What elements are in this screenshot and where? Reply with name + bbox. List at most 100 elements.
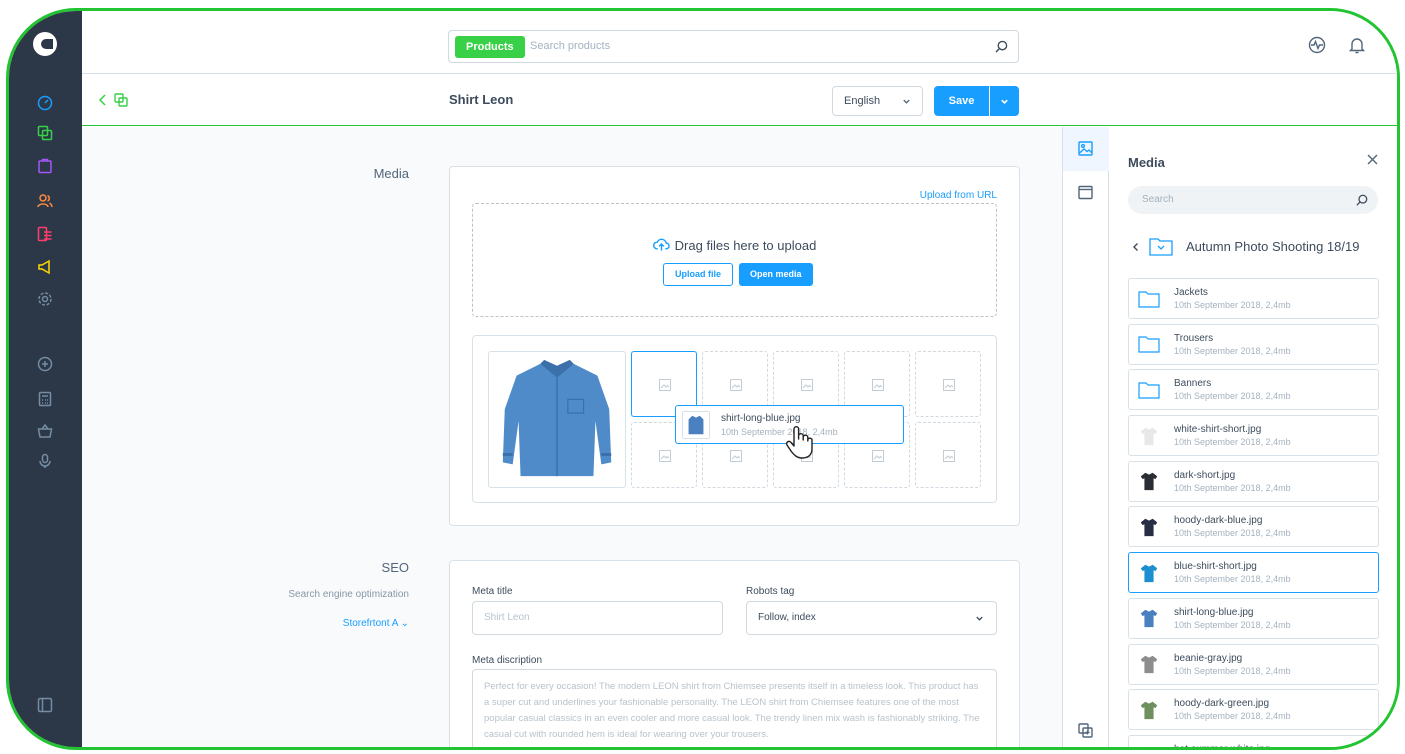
window-icon xyxy=(1078,185,1093,200)
media-file-item[interactable]: hoody-dark-blue.jpg 10th September 2018, … xyxy=(1128,506,1379,548)
dropzone-text: Drag files here to upload xyxy=(473,238,996,253)
notification-bell-icon[interactable] xyxy=(1348,36,1366,54)
search-icon[interactable] xyxy=(995,40,1008,53)
dragged-media-item[interactable]: shirt-long-blue.jpg 10th September 2018,… xyxy=(675,405,904,459)
upload-dropzone[interactable]: Drag files here to upload Upload file Op… xyxy=(472,203,997,317)
media-search-placeholder: Search xyxy=(1142,194,1174,205)
collapse-sidebar-icon[interactable] xyxy=(36,696,54,714)
shirt-thumbnail-icon xyxy=(688,415,704,435)
search-input[interactable]: Search products xyxy=(530,31,610,62)
media-file-item[interactable]: white-shirt-short.jpg 10th September 2018… xyxy=(1128,415,1379,457)
hand-cursor-icon xyxy=(785,426,813,459)
content-icon[interactable] xyxy=(36,225,54,243)
media-item-meta: 10th September 2018, 2,4mb xyxy=(1174,619,1291,630)
seo-section-sublabel: Search engine optimization xyxy=(288,589,409,600)
image-icon xyxy=(1078,141,1093,156)
media-folder-item[interactable]: Trousers 10th September 2018, 2,4mb xyxy=(1128,323,1379,365)
close-icon[interactable] xyxy=(1367,154,1378,165)
meta-description-label: Meta discription xyxy=(472,655,543,666)
file-thumbnail xyxy=(1135,742,1162,747)
media-list: Jackets 10th September 2018, 2,4mb Trouser… xyxy=(1128,278,1379,747)
media-item-meta: 10th September 2018, 2,4mb xyxy=(1174,574,1291,585)
dragged-item-meta: 10th September 2018, 2,4mb xyxy=(721,427,838,437)
image-slot[interactable] xyxy=(915,351,981,417)
media-item-meta: 10th September 2018, 2,4mb xyxy=(1174,437,1291,448)
content-area: Media Upload from URL Drag files here to… xyxy=(82,127,1062,747)
customers-icon[interactable] xyxy=(36,192,54,210)
activity-icon[interactable] xyxy=(1308,36,1326,54)
settings-icon[interactable] xyxy=(36,290,54,308)
file-thumbnail xyxy=(1135,422,1162,449)
save-options-button[interactable] xyxy=(990,86,1019,116)
robots-tag-label: Robots tag xyxy=(746,586,795,597)
chevron-down-icon xyxy=(1001,99,1008,104)
page-title: Shirt Leon xyxy=(449,92,514,107)
global-search[interactable]: Products Search products xyxy=(448,30,1019,63)
media-section-label: Media xyxy=(373,166,409,181)
media-search-input[interactable]: Search xyxy=(1128,186,1378,214)
layout-tab[interactable] xyxy=(1063,171,1109,215)
media-item-name: blue-shirt-short.jpg xyxy=(1174,561,1257,573)
chevron-down-icon xyxy=(903,99,910,104)
dashboard-icon[interactable] xyxy=(36,94,54,112)
add-plugin-icon[interactable] xyxy=(36,355,54,373)
media-item-name: hoody-dark-blue.jpg xyxy=(1174,515,1263,527)
dropzone-label: Drag files here to upload xyxy=(674,238,817,253)
language-select[interactable]: English xyxy=(832,86,923,116)
media-item-meta: 10th September 2018, 2,4mb xyxy=(1174,711,1291,722)
open-media-button[interactable]: Open media xyxy=(739,263,813,286)
meta-title-input[interactable]: Shirt Leon xyxy=(472,601,723,635)
catalogue-icon[interactable] xyxy=(36,124,54,142)
media-item-name: white-shirt-short.jpg xyxy=(1174,424,1262,436)
back-chevron-icon[interactable] xyxy=(1131,242,1141,252)
app-window: Products Search products Shirt Leon Engl… xyxy=(6,8,1400,750)
image-slot[interactable] xyxy=(915,422,981,488)
media-file-item[interactable]: beanie-gray.jpg 10th September 2018, 2,4m… xyxy=(1128,643,1379,685)
media-tab[interactable] xyxy=(1063,127,1109,171)
language-select-value: English xyxy=(844,95,881,107)
file-thumbnail xyxy=(1135,468,1162,495)
folder-icon xyxy=(1135,285,1162,312)
folder-icon xyxy=(1135,331,1162,358)
cover-image[interactable] xyxy=(488,351,626,488)
basket-icon[interactable] xyxy=(36,422,54,440)
media-item-name: dark-short.jpg xyxy=(1174,469,1236,481)
image-placeholder-icon xyxy=(730,379,742,391)
logo-icon[interactable] xyxy=(33,32,57,56)
media-item-meta: 10th September 2018, 2,4mb xyxy=(1174,345,1291,356)
robots-tag-select[interactable]: Follow, index xyxy=(746,601,997,635)
media-file-item[interactable]: hat-summer-white.jpg xyxy=(1128,734,1379,747)
media-item-meta: 10th September 2018, 2,4mb xyxy=(1174,665,1291,676)
main-navigation xyxy=(9,11,82,747)
media-sidebar-panel: Media Search Autumn Photo Shooting 18/19… xyxy=(1109,127,1397,747)
microphone-icon[interactable] xyxy=(36,452,54,470)
upload-from-url-link[interactable]: Upload from URL xyxy=(920,190,997,201)
save-button[interactable]: Save xyxy=(934,86,989,116)
media-file-item[interactable]: shirt-long-blue.jpg 10th September 2018, … xyxy=(1128,597,1379,639)
media-folder-item[interactable]: Banners 10th September 2018, 2,4mb xyxy=(1128,369,1379,411)
folder-icon xyxy=(1149,238,1173,256)
marketing-icon[interactable] xyxy=(36,258,54,276)
calculator-icon[interactable] xyxy=(36,390,54,408)
folder-icon xyxy=(1135,376,1162,403)
search-icon xyxy=(1356,194,1368,206)
upload-file-button[interactable]: Upload file xyxy=(663,263,734,286)
duplicate-tab[interactable] xyxy=(1063,709,1109,747)
catalogue-module-icon xyxy=(114,93,128,107)
media-file-item[interactable]: hoody-dark-green.jpg 10th September 2018,… xyxy=(1128,689,1379,731)
storefront-dropdown[interactable]: Storefrtont A ⌄ xyxy=(343,618,409,629)
media-folder-item[interactable]: Jackets 10th September 2018, 2,4mb xyxy=(1128,278,1379,319)
media-file-item[interactable]: dark-short.jpg 10th September 2018, 2,4mb xyxy=(1128,460,1379,502)
image-placeholder-icon xyxy=(872,379,884,391)
orders-icon[interactable] xyxy=(36,157,54,175)
image-placeholder-icon xyxy=(943,379,955,391)
media-item-name: Banners xyxy=(1174,378,1212,390)
meta-description-textarea[interactable]: Perfect for every occasion! The modern L… xyxy=(472,669,997,747)
sidebar-tab-strip xyxy=(1062,127,1109,747)
chevron-down-icon xyxy=(976,616,983,621)
back-chevron-icon[interactable] xyxy=(96,93,110,107)
blue-shirt-image xyxy=(502,359,612,477)
media-item-meta: 10th September 2018, 2,4mb xyxy=(1174,482,1291,493)
search-scope-badge[interactable]: Products xyxy=(455,36,525,58)
media-file-item[interactable]: blue-shirt-short.jpg 10th September 2018,… xyxy=(1128,552,1379,594)
